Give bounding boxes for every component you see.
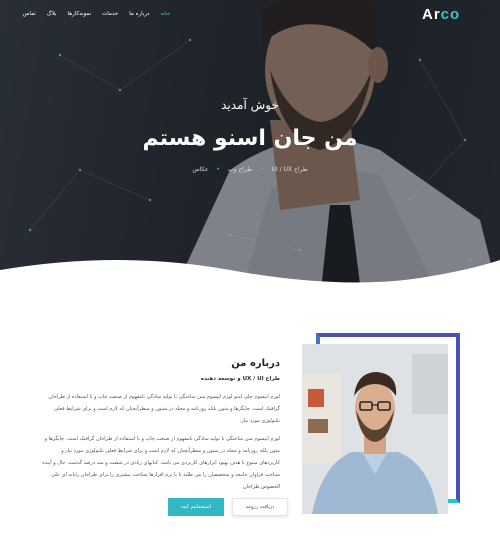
about-subtitle: طراح UX / UI و توسعه دهنده — [200, 376, 280, 382]
about-paragraph-2: لورم ایپسوم متن ساختگی با تولید سادگی نا… — [42, 436, 280, 490]
portrait-illustration — [302, 344, 448, 514]
about-paragraph-1: لورم ایپسوم چلی امنو لورم ایپسوم متن ساخ… — [48, 394, 280, 424]
menu-item-home[interactable]: خانه — [160, 11, 170, 17]
logo[interactable]: Arco — [422, 6, 460, 23]
about-title: درباره من — [231, 358, 280, 369]
menu-item-contact[interactable]: تماس — [23, 11, 36, 17]
main-menu: خانه درباره ما خدمات نمونه‌کارها بلاگ تم… — [23, 11, 170, 17]
download-resume-button[interactable]: دریافت رزومه — [232, 498, 288, 516]
hero-tag-web: طراح وب — [227, 166, 253, 173]
about-section: درباره من طراح UX / UI و توسعه دهنده لور… — [42, 358, 280, 493]
hire-me-button[interactable]: استخدامم کنید — [168, 498, 224, 516]
navbar: Arco خانه درباره ما خدمات نمونه‌کارها بل… — [0, 0, 500, 30]
logo-text: Ar — [422, 6, 441, 23]
hero-welcome: خوش آمدید — [221, 98, 279, 112]
logo-accent-text: co — [440, 6, 461, 23]
hero-tag-photographer: عکاس — [192, 166, 209, 173]
about-buttons: استخدامم کنید دریافت رزومه — [168, 498, 288, 516]
hero-tags: طراح UI / UX • طراح وب • عکاس — [0, 166, 500, 173]
separator-dot: • — [216, 166, 220, 173]
menu-item-services[interactable]: خدمات — [102, 11, 118, 17]
separator-dot: • — [260, 166, 264, 173]
hero-tag-ui-ux: طراح UI / UX — [271, 166, 308, 173]
menu-item-portfolio[interactable]: نمونه‌کارها — [68, 11, 92, 17]
hero-title: من جان اسنو هستم — [142, 126, 358, 151]
menu-item-about[interactable]: درباره ما — [129, 11, 149, 17]
hero-wave-divider — [0, 260, 500, 300]
portrait-photo — [302, 344, 448, 514]
hero-section: Arco خانه درباره ما خدمات نمونه‌کارها بل… — [0, 0, 500, 300]
menu-item-blog[interactable]: بلاگ — [47, 11, 57, 17]
